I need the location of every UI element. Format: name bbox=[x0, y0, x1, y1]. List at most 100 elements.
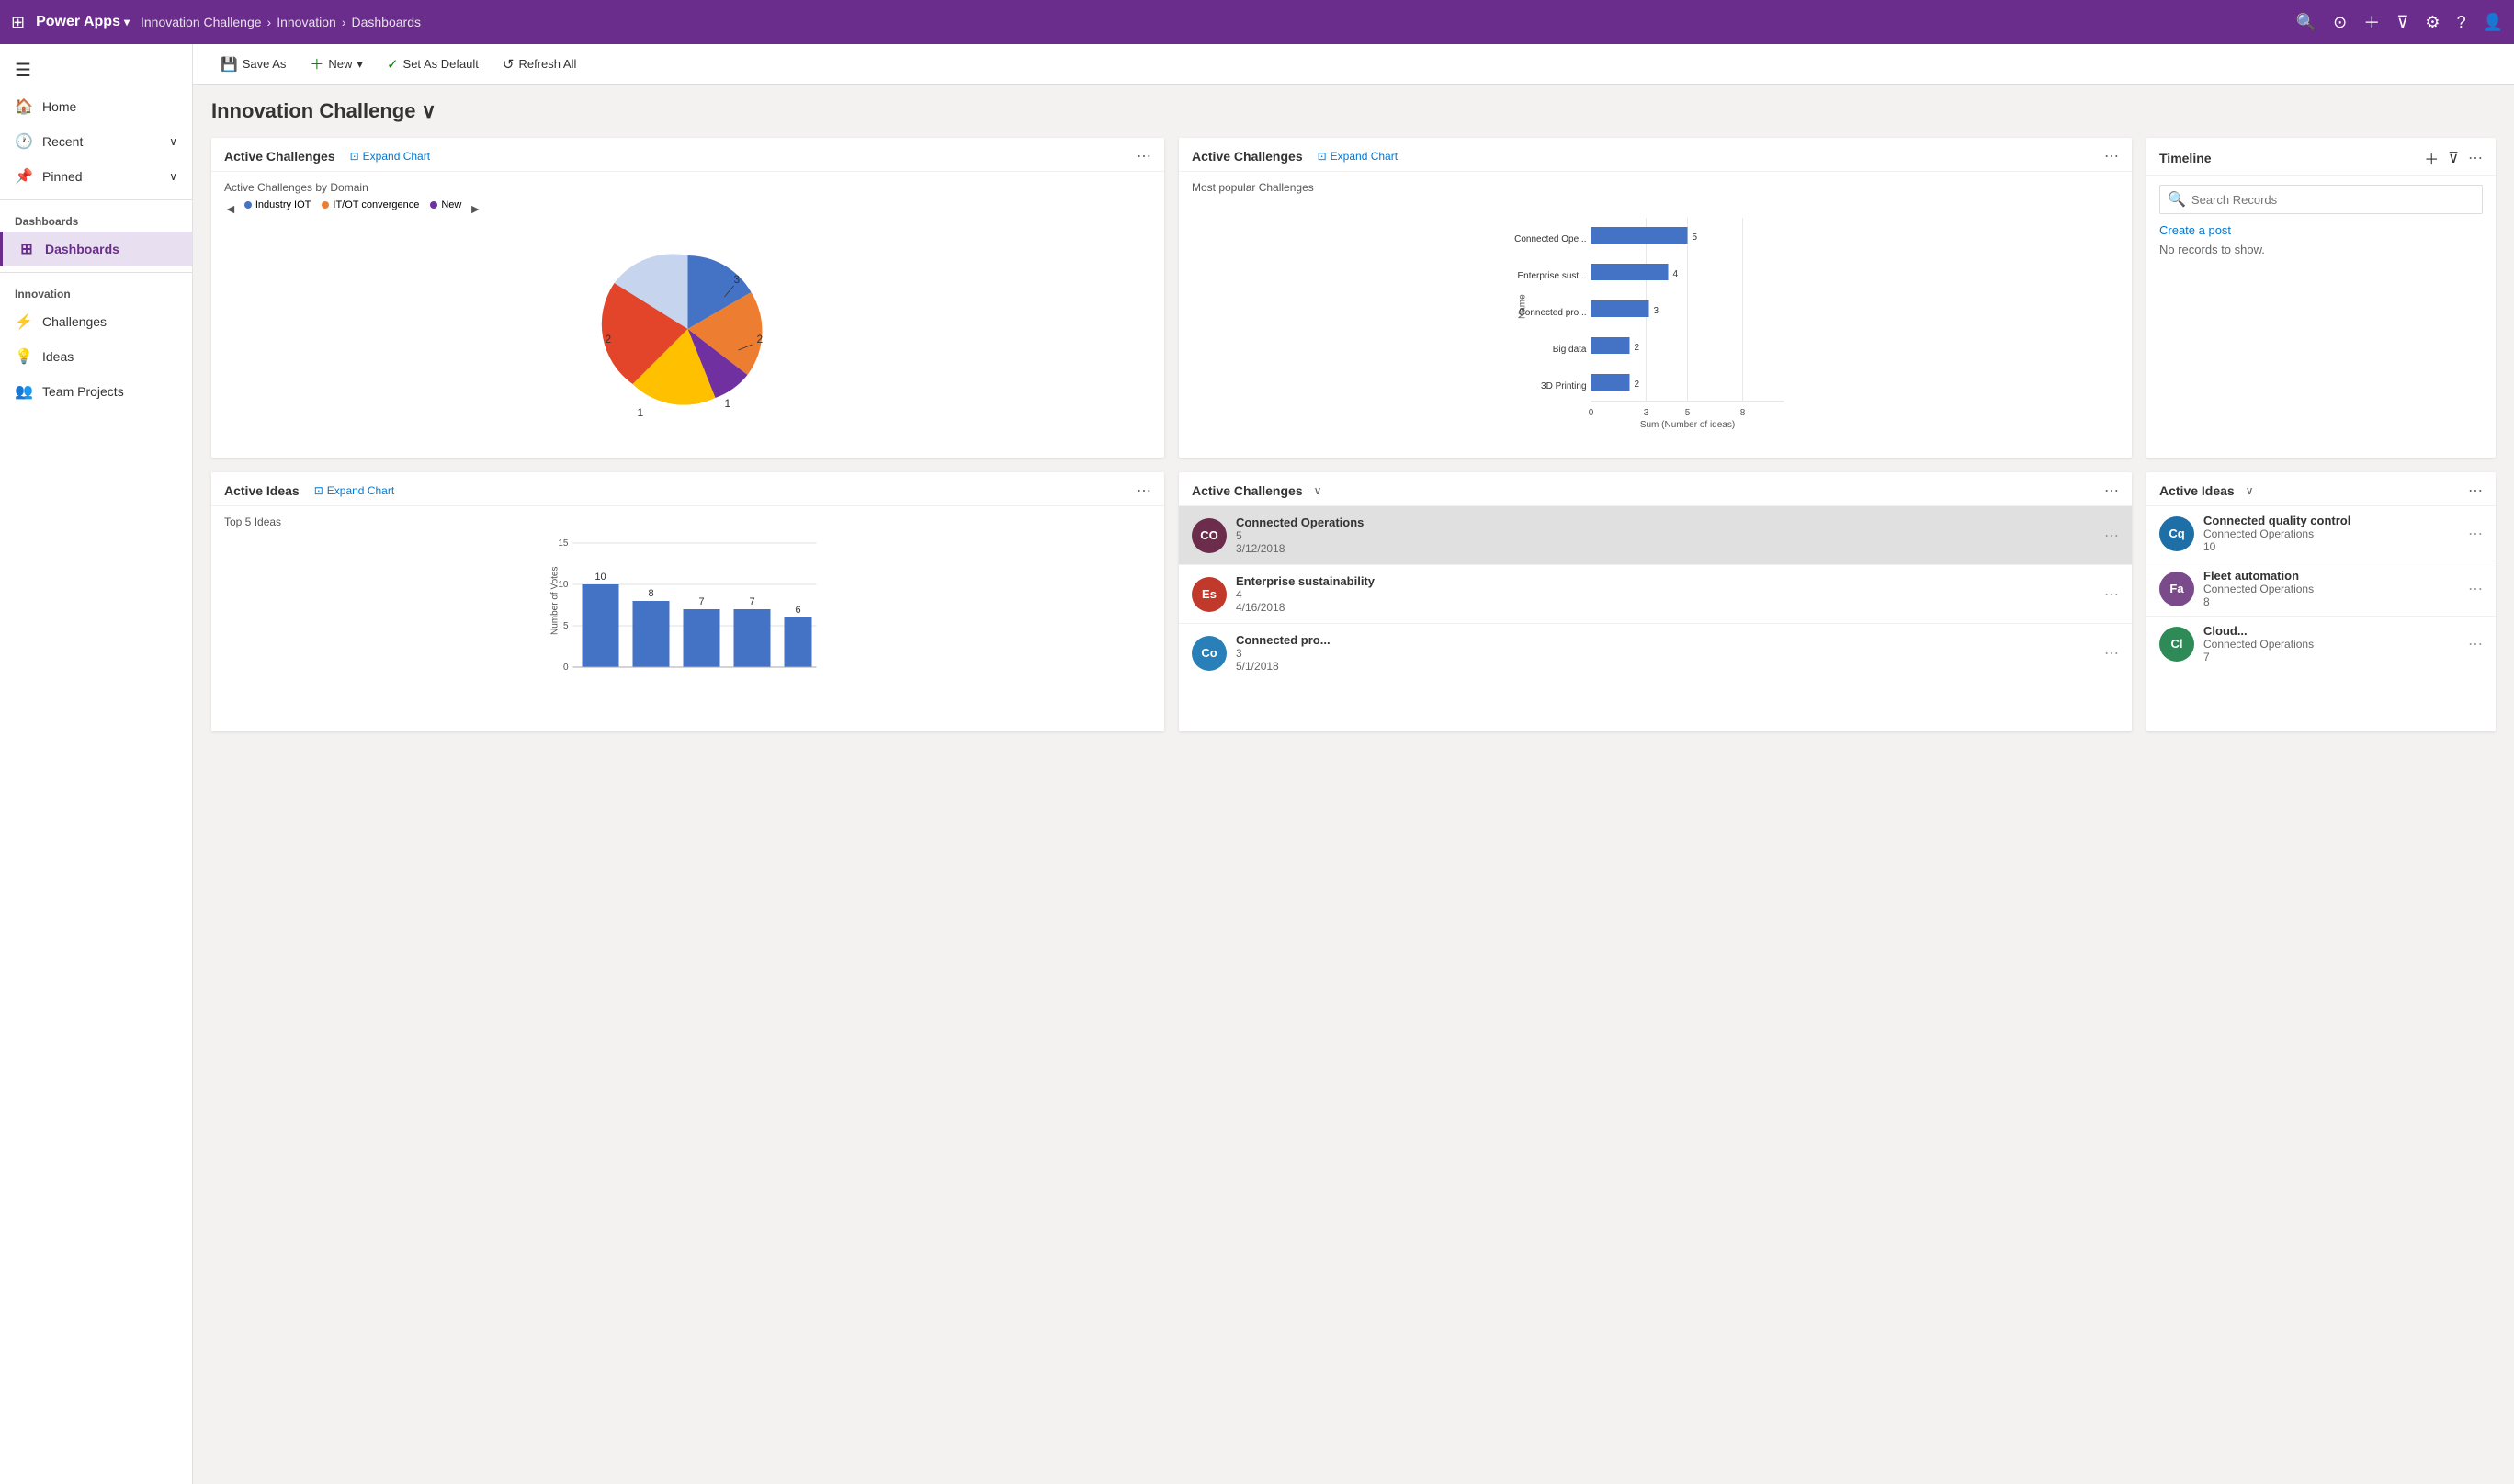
idea-item-0[interactable]: Cq Connected quality control Connected O… bbox=[2146, 506, 2496, 561]
new-plus-icon: ＋ bbox=[310, 54, 323, 74]
bar-1 bbox=[1591, 264, 1669, 280]
ideas-list-chevron[interactable]: ∨ bbox=[2246, 484, 2254, 497]
refresh-all-label: Refresh All bbox=[519, 57, 577, 71]
filter-icon[interactable]: ⊽ bbox=[2396, 13, 2408, 32]
idea-item-2[interactable]: Cl Cloud... Connected Operations 7 ⋯ bbox=[2146, 617, 2496, 671]
sidebar-toggle[interactable]: ☰ bbox=[0, 51, 192, 89]
ideas-bar-kebab[interactable]: ⋯ bbox=[1137, 481, 1151, 500]
sidebar-item-challenges[interactable]: ⚡ Challenges bbox=[0, 304, 192, 339]
challenges-list-kebab[interactable]: ⋯ bbox=[2104, 481, 2119, 500]
challenge-title-0: Connected Operations bbox=[1236, 515, 2095, 529]
pie-next-icon[interactable]: ► bbox=[469, 201, 481, 216]
idea-kebab-0[interactable]: ⋯ bbox=[2468, 525, 2483, 543]
recent-chevron[interactable]: ∨ bbox=[169, 135, 177, 148]
checkmark-icon: ✓ bbox=[387, 56, 399, 73]
home-icon: 🏠 bbox=[15, 97, 33, 116]
ideas-bar-2 bbox=[684, 609, 720, 667]
set-default-button[interactable]: ✓ Set As Default bbox=[378, 51, 488, 77]
timeline-no-records: No records to show. bbox=[2159, 243, 2483, 256]
timeline-create-post[interactable]: Create a post bbox=[2159, 223, 2483, 237]
ideas-bar-expand[interactable]: ⊡ Expand Chart bbox=[314, 484, 394, 497]
sidebar-label-challenges: Challenges bbox=[42, 314, 107, 329]
bar-val-0: 5 bbox=[1693, 232, 1698, 243]
idea-kebab-1[interactable]: ⋯ bbox=[2468, 580, 2483, 598]
pinned-chevron[interactable]: ∨ bbox=[169, 170, 177, 183]
idea-item-1[interactable]: Fa Fleet automation Connected Operations… bbox=[2146, 561, 2496, 617]
new-chevron-icon[interactable]: ▾ bbox=[357, 57, 363, 72]
refresh-all-button[interactable]: ↺ Refresh All bbox=[493, 51, 585, 77]
idea-avatar-0: Cq bbox=[2159, 516, 2194, 551]
app-brand: Power Apps ▾ bbox=[36, 14, 130, 30]
pie-expand-chart[interactable]: ⊡ Expand Chart bbox=[350, 150, 430, 163]
ytick-15: 15 bbox=[558, 538, 569, 549]
itot-dot bbox=[322, 201, 329, 209]
dashboard-title-chevron[interactable]: ∨ bbox=[421, 99, 436, 123]
pie-prev-icon[interactable]: ◄ bbox=[224, 201, 237, 216]
ideas-expand-icon: ⊡ bbox=[314, 484, 323, 497]
pie-label-1a: 1 bbox=[725, 397, 731, 410]
active-ideas-list-card: Active Ideas ∨ ⋯ Cq Connected quality co… bbox=[2146, 472, 2496, 731]
app-chevron[interactable]: ▾ bbox=[124, 16, 130, 28]
ideas-bar-3 bbox=[734, 609, 771, 667]
timeline-search-input[interactable] bbox=[2191, 193, 2474, 207]
sidebar-item-team-projects[interactable]: 👥 Team Projects bbox=[0, 374, 192, 409]
ideas-list-scroll[interactable]: Cq Connected quality control Connected O… bbox=[2146, 506, 2496, 671]
ideas-icon: 💡 bbox=[15, 347, 33, 366]
challenge-title-1: Enterprise sustainability bbox=[1236, 574, 2095, 588]
timeline-add-icon[interactable]: ＋ bbox=[2424, 147, 2439, 169]
idea-content-1: Fleet automation Connected Operations 8 bbox=[2203, 569, 2459, 608]
bar-label-2: Connected pro... bbox=[1519, 308, 1587, 318]
user-icon[interactable]: 👤 bbox=[2483, 13, 2503, 32]
challenges-list-chevron[interactable]: ∨ bbox=[1314, 484, 1322, 497]
x-tick-0: 0 bbox=[1589, 408, 1594, 418]
challenge-content-0: Connected Operations 5 3/12/2018 bbox=[1236, 515, 2095, 555]
itot-label: IT/OT convergence bbox=[333, 199, 419, 210]
challenge-date-0: 3/12/2018 bbox=[1236, 542, 1285, 555]
top-nav: ⊞ Power Apps ▾ Innovation Challenge › In… bbox=[0, 0, 2514, 44]
challenges-list-scroll[interactable]: CO Connected Operations 5 3/12/2018 ⋯ bbox=[1179, 506, 2132, 682]
breadcrumb-sep2: › bbox=[342, 15, 346, 29]
help-icon[interactable]: ? bbox=[2457, 13, 2466, 32]
add-icon[interactable]: ＋ bbox=[2363, 10, 2380, 34]
save-as-button[interactable]: 💾 Save As bbox=[211, 51, 295, 77]
timeline-filter-icon[interactable]: ⊽ bbox=[2448, 149, 2459, 167]
main-content: 💾 Save As ＋ New ▾ ✓ Set As Default ↺ Ref… bbox=[193, 44, 2514, 1484]
ideas-list-kebab[interactable]: ⋯ bbox=[2468, 481, 2483, 500]
sidebar-label-team: Team Projects bbox=[42, 384, 124, 399]
x-tick-5: 5 bbox=[1685, 408, 1691, 418]
pie-card-title: Active Challenges bbox=[224, 149, 335, 164]
sidebar-item-pinned[interactable]: 📌 Pinned ∨ bbox=[0, 159, 192, 194]
search-icon[interactable]: 🔍 bbox=[2296, 13, 2316, 32]
activity-icon[interactable]: ⊙ bbox=[2333, 13, 2347, 32]
active-challenges-bar-card: Active Challenges ⊡ Expand Chart ⋯ Most … bbox=[1179, 138, 2132, 458]
settings-icon[interactable]: ⚙ bbox=[2425, 13, 2440, 32]
challenge-kebab-1[interactable]: ⋯ bbox=[2104, 585, 2119, 604]
waffle-icon[interactable]: ⊞ bbox=[11, 13, 25, 32]
bar-kebab-menu[interactable]: ⋯ bbox=[2104, 147, 2119, 165]
sidebar-item-dashboards[interactable]: ⊞ Dashboards bbox=[0, 232, 192, 266]
pie-kebab-menu[interactable]: ⋯ bbox=[1137, 147, 1151, 165]
timeline-kebab-menu[interactable]: ⋯ bbox=[2468, 149, 2483, 167]
challenge-item-2[interactable]: Co Connected pro... 3 5/1/2018 ⋯ bbox=[1179, 624, 2132, 682]
challenge-kebab-0[interactable]: ⋯ bbox=[2104, 527, 2119, 545]
bar-val-1: 4 bbox=[1673, 269, 1679, 279]
idea-content-0: Connected quality control Connected Oper… bbox=[2203, 514, 2459, 553]
bar-expand-chart[interactable]: ⊡ Expand Chart bbox=[1318, 150, 1398, 163]
sidebar-item-home[interactable]: 🏠 Home bbox=[0, 89, 192, 124]
new-button[interactable]: ＋ New ▾ bbox=[300, 50, 372, 78]
challenge-date-2: 5/1/2018 bbox=[1236, 660, 1279, 673]
app-body: ☰ 🏠 Home 🕐 Recent ∨ 📌 Pinned ∨ Dashboard… bbox=[0, 44, 2514, 1484]
challenge-item-1[interactable]: Es Enterprise sustainability 4 4/16/2018… bbox=[1179, 565, 2132, 624]
challenge-item-0[interactable]: CO Connected Operations 5 3/12/2018 ⋯ bbox=[1179, 506, 2132, 565]
idea-kebab-2[interactable]: ⋯ bbox=[2468, 635, 2483, 653]
challenge-kebab-2[interactable]: ⋯ bbox=[2104, 644, 2119, 663]
sidebar-section-dashboards: Dashboards bbox=[0, 206, 192, 232]
breadcrumb-page: Dashboards bbox=[352, 15, 422, 29]
pie-legend: Industry IOT IT/OT convergence New bbox=[244, 199, 462, 210]
legend-industry-iot: Industry IOT bbox=[244, 199, 311, 210]
idea-title-0: Connected quality control bbox=[2203, 514, 2459, 527]
sidebar-item-ideas[interactable]: 💡 Ideas bbox=[0, 339, 192, 374]
bar-card-body: Most popular Challenges Name 0 3 5 8 bbox=[1179, 172, 2132, 443]
sidebar-item-recent[interactable]: 🕐 Recent ∨ bbox=[0, 124, 192, 159]
breadcrumb: Innovation Challenge › Innovation › Dash… bbox=[141, 15, 421, 29]
